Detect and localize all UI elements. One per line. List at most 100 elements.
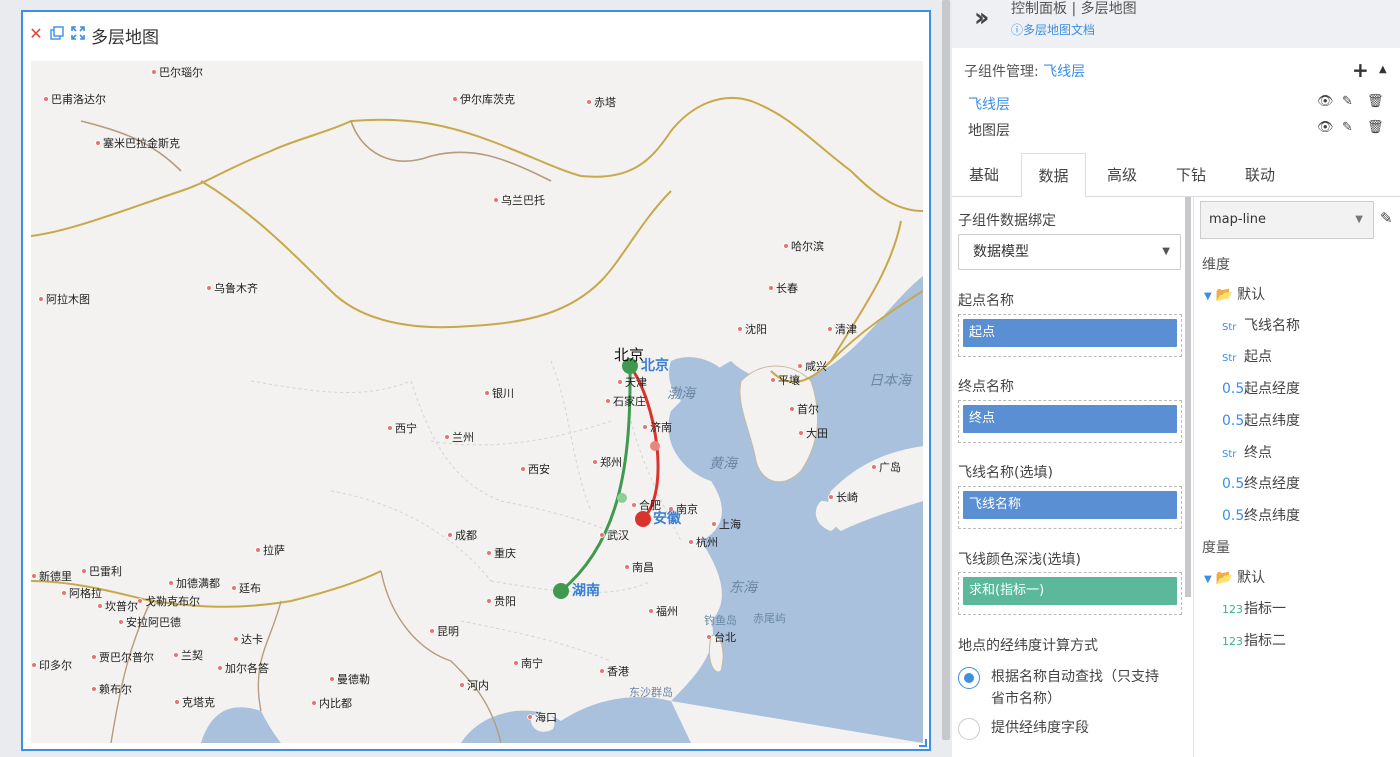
city-label: 平壤 [778,373,800,387]
city-dot [599,532,605,538]
city-label: 塞米巴拉金斯克 [103,136,180,150]
tab-basic[interactable]: 基础 [954,153,1014,197]
city-dot [231,585,237,591]
double-chevron-right-icon[interactable]: ›› [974,3,990,33]
city-dot [527,714,533,720]
radio-auto-lookup-label[interactable]: 根据名称自动查找（只支持省市名称） [991,666,1171,710]
field-item[interactable]: 0.5起点经度 [1222,378,1300,398]
copy-icon[interactable] [49,26,65,42]
flyline-color-drop-zone[interactable]: 求和(指标一) [958,572,1182,615]
field-list-column: map-line ▼ ✎ 维度 ▼ 📂 默认 Str 飞线名称 Str 起点 0.5起点… [1193,197,1400,757]
data-model-select[interactable]: 数据模型 ▼ [958,234,1181,270]
sea-label: 钓鱼岛 [704,613,737,627]
field-item[interactable]: 0.5终点经度 [1222,473,1300,493]
city-label: 广岛 [879,460,901,474]
resize-handle[interactable] [919,739,927,747]
binding-scrollbar[interactable] [1185,197,1191,597]
field-item[interactable]: Str 起点 [1222,346,1272,366]
trash-icon[interactable]: 🗑 [1367,120,1392,135]
panel-scrollbar[interactable] [942,0,950,740]
field-item[interactable]: Str 飞线名称 [1222,315,1300,335]
city-label: 阿格拉 [69,586,102,600]
flyline-name-chip[interactable]: 飞线名称 [963,491,1177,519]
end-field-chip[interactable]: 终点 [963,405,1177,433]
eye-icon[interactable]: 👁 [1317,120,1342,135]
city-label: 长崎 [836,490,858,504]
radio-coord-field[interactable] [958,718,980,740]
city-dot [255,547,261,553]
trash-icon[interactable]: 🗑 [1367,94,1392,109]
city-dot [631,502,637,508]
city-label: 阿拉木图 [46,292,90,306]
city-dot [38,296,44,302]
layer-item-map[interactable]: 地图层 [968,120,1010,140]
edit-icon[interactable]: ✎ [1342,120,1367,135]
measure-folder[interactable]: ▼ 📂 默认 [1204,567,1265,587]
tab-advanced[interactable]: 高级 [1092,153,1152,197]
add-icon[interactable]: + [1352,58,1369,82]
city-label: 郑州 [600,455,622,469]
start-drop-zone[interactable]: 起点 [958,314,1182,357]
city-dot [168,580,174,586]
layer-item-flyline[interactable]: 飞线层 [968,94,1010,114]
layer-actions: 👁 ✎ 🗑 [1317,94,1392,109]
city-label: 长春 [776,282,798,295]
field-item[interactable]: 123指标二 [1222,630,1286,650]
city-dot [447,532,453,538]
collapse-up-icon[interactable]: ▲ [1379,64,1387,75]
sea-label: 渤海 [667,386,697,402]
tab-linkage[interactable]: 联动 [1230,153,1290,197]
fullscreen-icon[interactable] [70,26,86,42]
tab-bar: 基础 数据 高级 下钻 联动 [952,153,1400,198]
pencil-icon[interactable]: ✎ [1380,209,1393,227]
region-label-beijing: 北京 [641,357,669,374]
city-dot [827,326,833,332]
field-item[interactable]: 123指标一 [1222,598,1286,618]
end-drop-zone[interactable]: 终点 [958,400,1182,443]
city-dot [599,668,605,674]
city-dot [493,197,499,203]
dataset-select[interactable]: map-line ▼ [1200,201,1374,239]
map-widget[interactable]: ✕ 多层地图 巴尔瑙尔 巴甫洛达尔 伊尔库茨克 赤塔 塞米巴拉金斯克 乌兰巴托 … [21,10,931,751]
flyline-name-drop-zone[interactable]: 飞线名称 [958,486,1182,529]
radio-auto-lookup[interactable] [958,667,980,689]
region-label-anhui: 安徽 [653,510,682,527]
field-name: 终点纬度 [1244,508,1300,524]
panel-header: ›› 控制面板 | 多层地图 ⓘ多层地图文档 [952,0,1400,48]
city-label: 新德里 [39,569,72,583]
close-icon[interactable]: ✕ [28,26,44,42]
chevron-down-icon: ▼ [1204,291,1212,302]
radio-coord-field-label[interactable]: 提供经纬度字段 [991,717,1171,739]
tab-drilldown[interactable]: 下钻 [1161,153,1221,197]
field-item[interactable]: Str 终点 [1222,442,1272,462]
start-field-chip[interactable]: 起点 [963,319,1177,347]
city-dot [95,140,101,146]
doc-link[interactable]: ⓘ多层地图文档 [1011,21,1095,38]
integer-type-icon: 123 [1222,635,1243,648]
city-dot [711,521,717,527]
edit-icon[interactable]: ✎ [1342,94,1367,109]
field-name: 终点经度 [1244,476,1300,492]
doc-link-text[interactable]: 多层地图文档 [1023,23,1095,37]
sea-label: 东沙群岛 [629,685,673,699]
city-label: 赖布尔 [99,683,132,696]
city-dot [798,430,804,436]
anhui-point [635,511,651,527]
city-label: 西宁 [395,421,417,435]
city-dot [648,608,654,614]
field-item[interactable]: 0.5终点纬度 [1222,505,1300,525]
region-label-hunan: 湖南 [572,582,600,599]
eye-icon[interactable]: 👁 [1317,94,1342,109]
field-item[interactable]: 0.5起点纬度 [1222,410,1300,430]
tab-data[interactable]: 数据 [1021,153,1086,198]
city-dot [688,539,694,545]
flyline-color-chip[interactable]: 求和(指标一) [963,577,1177,605]
end-name-label: 终点名称 [958,379,1014,395]
city-label: 安拉阿巴德 [126,615,181,629]
city-label: 伊尔库茨克 [460,92,515,106]
china-map[interactable]: 巴尔瑙尔 巴甫洛达尔 伊尔库茨克 赤塔 塞米巴拉金斯克 乌兰巴托 哈尔滨 乌鲁木齐 长春 阿拉木图… [31,61,923,743]
city-label: 巴甫洛达尔 [51,92,106,106]
city-label: 天津 [625,376,647,389]
dimension-folder[interactable]: ▼ 📂 默认 [1204,284,1265,304]
panel-title: 控制面板 | 多层地图 [1011,1,1137,17]
